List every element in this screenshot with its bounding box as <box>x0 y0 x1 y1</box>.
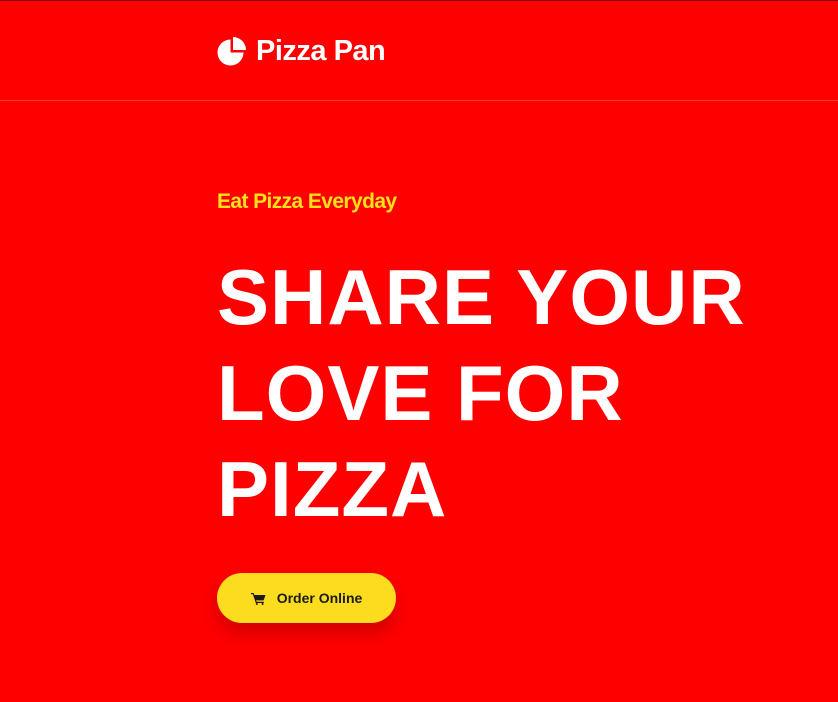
hero-headline-line: SHARE YOUR <box>217 253 746 341</box>
site-header: Pizza Pan <box>0 0 838 101</box>
hero-headline-line: PIZZA <box>217 445 448 533</box>
hero-section: Eat Pizza Everyday SHARE YOUR LOVE FOR P… <box>217 188 827 537</box>
hero-headline: SHARE YOUR LOVE FOR PIZZA <box>217 249 827 537</box>
landing-page: Pizza Pan Eat Pizza Everyday SHARE YOUR … <box>0 0 838 702</box>
hero-headline-line: LOVE FOR <box>217 349 624 437</box>
order-online-label: Order Online <box>276 590 363 606</box>
hero-tagline: Eat Pizza Everyday <box>217 190 397 213</box>
brand-name: Pizza Pan <box>256 35 386 67</box>
brand-logo-link[interactable]: Pizza Pan <box>216 34 386 68</box>
cart-icon <box>250 592 266 605</box>
pizza-pie-icon <box>217 37 246 66</box>
order-online-button[interactable]: Order Online <box>217 573 396 623</box>
